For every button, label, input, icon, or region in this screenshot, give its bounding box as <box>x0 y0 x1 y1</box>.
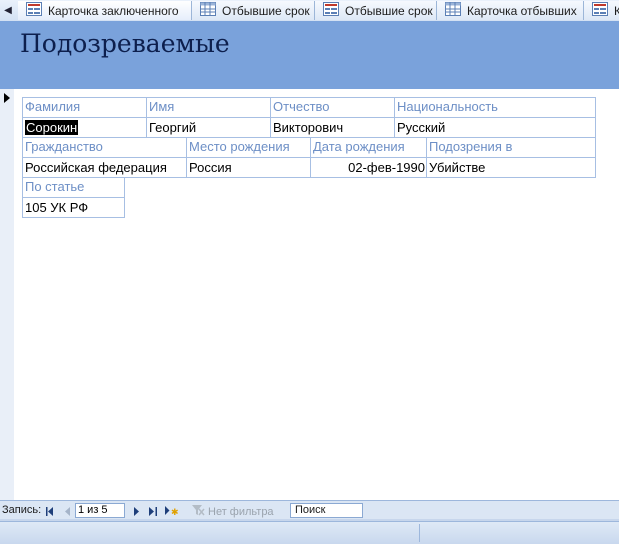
tab-inmate-card[interactable]: Карточка заключенного <box>18 1 192 20</box>
article-label: По статье <box>25 179 85 194</box>
previous-record-icon[interactable] <box>63 505 73 517</box>
surname-value: Сорокин <box>25 120 79 135</box>
document-tab-strip: ◀ Карточка заключенного Отбывшие срок От… <box>0 0 619 22</box>
article-field[interactable]: 105 УК РФ <box>23 198 88 218</box>
citizenship-field[interactable]: Российская федерация <box>23 158 167 178</box>
name-label: Имя <box>149 99 175 114</box>
tab-served-form[interactable]: Отбывшие срок <box>315 1 437 20</box>
patronymic-label: Отчество <box>273 99 330 114</box>
tab-served-table[interactable]: Отбывшие срок <box>192 1 315 20</box>
birthdate-label: Дата рождения <box>313 139 405 154</box>
current-record-input[interactable]: 1 из 5 <box>75 503 125 518</box>
birthplace-field[interactable]: Россия <box>187 158 232 178</box>
filter-toggle[interactable]: Нет фильтра <box>191 504 274 519</box>
tab-served-card[interactable]: Карточка отбывших <box>437 1 584 20</box>
status-separator <box>419 524 420 542</box>
name-field[interactable]: Георгий <box>147 118 196 138</box>
form-title: Подозреваемые <box>20 29 230 58</box>
filter-label: Нет фильтра <box>208 505 274 518</box>
surname-field[interactable]: Сорокин <box>23 118 79 138</box>
tab-label: Карточка заключенного <box>48 3 179 18</box>
birthdate-field[interactable]: 02-фев-1990 <box>310 158 427 178</box>
last-record-icon[interactable] <box>148 505 158 517</box>
tab-label: Отбывшие срок <box>222 3 310 18</box>
form-icon <box>26 2 42 19</box>
status-bar <box>0 521 619 544</box>
suspected-label: Подозрения в <box>429 139 513 154</box>
tab-label: Карточка отбывших <box>467 3 577 18</box>
record-navigation-bar: Запись: 1 из 5 ✱ Нет фильтра Поиск <box>0 500 619 521</box>
tab-label: К <box>614 4 619 18</box>
citizenship-label: Гражданство <box>25 139 103 154</box>
no-filter-icon <box>191 504 205 519</box>
table-icon <box>445 2 461 19</box>
record-label: Запись: <box>2 504 42 516</box>
patronymic-field[interactable]: Викторович <box>271 118 343 138</box>
tab-scroll-left-icon[interactable]: ◀ <box>0 0 16 21</box>
record-selector[interactable] <box>0 89 15 500</box>
nationality-label: Национальность <box>397 99 498 114</box>
next-record-icon[interactable] <box>132 505 142 517</box>
form-icon <box>592 2 608 19</box>
tab-truncated[interactable]: К <box>584 1 619 20</box>
search-input[interactable]: Поиск <box>290 503 363 518</box>
suspected-field[interactable]: Убийстве <box>427 158 485 178</box>
form-detail: Фамилия Имя Отчество Национальность Соро… <box>14 89 619 500</box>
first-record-icon[interactable] <box>45 505 55 517</box>
form-icon <box>323 2 339 19</box>
new-record-icon[interactable]: ✱ <box>164 505 178 517</box>
birthplace-label: Место рождения <box>189 139 290 154</box>
table-icon <box>200 2 216 19</box>
nationality-field[interactable]: Русский <box>395 118 445 138</box>
current-record-arrow-icon <box>4 93 10 103</box>
tab-label: Отбывшие срок <box>345 3 433 18</box>
surname-label: Фамилия <box>25 99 81 114</box>
svg-text:✱: ✱ <box>171 508 178 516</box>
form-header: Подозреваемые <box>0 21 619 89</box>
